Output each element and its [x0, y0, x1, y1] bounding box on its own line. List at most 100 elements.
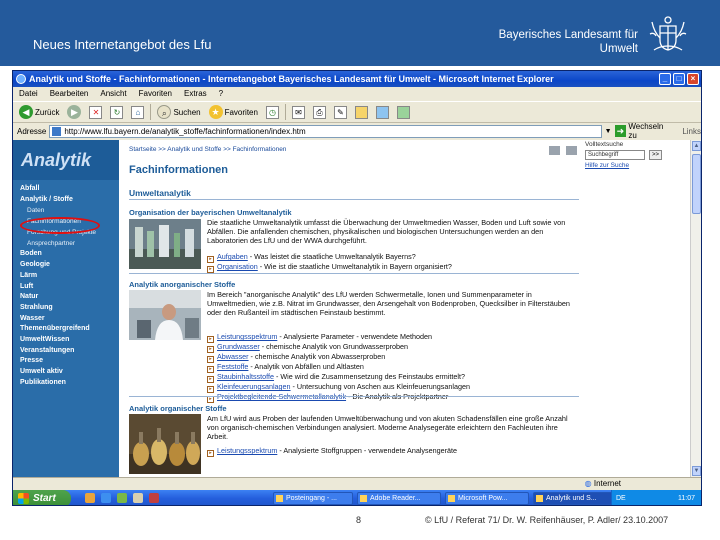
address-url: http://www.lfu.bayern.de/analytik_stoffe… — [64, 126, 306, 136]
nav-brand: Analytik — [13, 140, 119, 180]
forward-button[interactable]: ▶ — [65, 103, 83, 121]
menu-extras[interactable]: Extras — [184, 87, 207, 101]
nav-item-publikationen[interactable]: Publikationen — [13, 378, 119, 389]
nav-item-abfall[interactable]: Abfall — [13, 184, 119, 195]
nav-item-luft[interactable]: Luft — [13, 282, 119, 293]
vertical-scrollbar[interactable]: ▲ ▼ — [690, 140, 701, 477]
minimize-button[interactable]: _ — [659, 73, 671, 85]
link-abwasser[interactable]: Abwasser — [217, 352, 249, 361]
search-button[interactable]: ⌕ Suchen — [155, 103, 202, 121]
menu-bar: Datei Bearbeiten Ansicht Favoriten Extra… — [13, 87, 701, 101]
nav-item-strahlung[interactable]: Strahlung — [13, 303, 119, 314]
back-button[interactable]: ◀ Zurück — [17, 103, 61, 121]
nav-sub-daten[interactable]: Daten — [13, 205, 119, 216]
link-leistungsspektrum[interactable]: Leistungsspektrum — [217, 332, 277, 341]
search-help-link[interactable]: Hilfe zur Suche — [585, 162, 629, 169]
menu-ansicht[interactable]: Ansicht — [100, 87, 126, 101]
menu-favoriten[interactable]: Favoriten — [139, 87, 172, 101]
nav-item-umweltwissen[interactable]: UmweltWissen — [13, 335, 119, 346]
links-label[interactable]: Links — [682, 127, 701, 136]
link-organisation[interactable]: Organisation — [217, 262, 258, 271]
task-internet-explorer[interactable]: Analytik und S... — [533, 492, 617, 505]
start-button[interactable]: Start — [13, 490, 71, 505]
link-description: - Was leistet die staatliche Umweltanaly… — [247, 252, 416, 261]
quicklaunch-outlook-icon[interactable] — [85, 493, 95, 503]
link-leistungsspektrum-organisch[interactable]: Leistungsspektrum — [217, 446, 277, 455]
home-button[interactable]: ⌂ — [129, 103, 146, 121]
nav-item-presse[interactable]: Presse — [13, 356, 119, 367]
nav-item-analytik-stoffe[interactable]: Analytik / Stoffe — [13, 195, 119, 206]
link-staubinhaltsstoffe[interactable]: Staubinhaltsstoffe — [217, 372, 274, 381]
task-posteingang[interactable]: Posteingang - ... — [273, 492, 353, 505]
edit-button[interactable]: ✎ — [332, 103, 349, 121]
fulltext-search-input[interactable]: Suchbegriff — [585, 150, 645, 160]
email-page-icon[interactable] — [566, 146, 577, 155]
link-grundwasser[interactable]: Grundwasser — [217, 342, 260, 351]
stop-button[interactable]: ✕ — [87, 103, 104, 121]
folder-button[interactable] — [353, 103, 370, 121]
fulltext-search-button[interactable]: >> — [649, 150, 662, 160]
print-page-icon[interactable] — [549, 146, 560, 155]
nav-item-wasser[interactable]: Wasser — [13, 314, 119, 325]
nav-sub-ansprechpartner[interactable]: Ansprechpartner — [13, 238, 119, 249]
nav-item-themenuebergreifend[interactable]: Themenübergreifend — [13, 324, 119, 335]
task-adobe-reader[interactable]: Adobe Reader... — [357, 492, 441, 505]
link-kleinfeuerungsanlagen[interactable]: Kleinfeuerungsanlagen — [217, 382, 291, 391]
go-button[interactable]: ➜ Wechseln zu — [614, 122, 674, 140]
window-titlebar[interactable]: Analytik und Stoffe - Fachinformationen … — [13, 71, 701, 87]
quicklaunch-explorer-icon[interactable] — [133, 493, 143, 503]
page-favicon — [52, 126, 62, 136]
left-navigation: Analytik Abfall Analytik / Stoffe Daten … — [13, 140, 119, 477]
organization-name: Bayerisches Landesamt für Umwelt — [470, 28, 638, 56]
menu-bearbeiten[interactable]: Bearbeiten — [50, 87, 89, 101]
lab-equipment-photo — [129, 219, 201, 269]
nav-item-veranstaltungen[interactable]: Veranstaltungen — [13, 346, 119, 357]
mail-icon: ✉ — [291, 105, 305, 119]
nav-item-geologie[interactable]: Geologie — [13, 260, 119, 271]
quicklaunch-ie-icon[interactable] — [101, 493, 111, 503]
breadcrumb[interactable]: Startseite >> Analytik und Stoffe >> Fac… — [129, 146, 286, 153]
scroll-up-arrow-icon[interactable]: ▲ — [692, 141, 701, 151]
maximize-button[interactable]: □ — [673, 73, 685, 85]
link-aufgaben[interactable]: Aufgaben — [217, 252, 248, 261]
nav-item-natur[interactable]: Natur — [13, 292, 119, 303]
address-label: Adresse — [17, 126, 47, 136]
nav-item-boden[interactable]: Boden — [13, 249, 119, 260]
nav-item-laerm[interactable]: Lärm — [13, 271, 119, 282]
link-feststoffe[interactable]: Feststoffe — [217, 362, 248, 371]
mail-button[interactable]: ✉ — [290, 103, 307, 121]
research-button[interactable] — [395, 103, 412, 121]
windows-logo-icon — [18, 493, 29, 504]
slide-number: 8 — [356, 515, 362, 525]
taskbar: Start Posteingang - ... Adobe Reader... … — [13, 490, 701, 505]
fulltext-label: Volltextsuche — [585, 141, 624, 148]
address-input[interactable]: http://www.lfu.bayern.de/analytik_stoffe… — [49, 124, 602, 138]
task-powerpoint[interactable]: Microsoft Pow... — [445, 492, 529, 505]
status-bar: ◍ Internet — [13, 477, 701, 490]
print-button[interactable]: ⎙ — [311, 103, 328, 121]
messenger-button[interactable] — [374, 103, 391, 121]
scroll-down-arrow-icon[interactable]: ▼ — [692, 466, 701, 476]
link-arrow-icon: ▸ — [207, 336, 214, 343]
language-indicator[interactable]: DE — [616, 490, 626, 505]
link-description: - Untersuchung von Aschen aus Kleinfeuer… — [290, 382, 470, 391]
nav-item-umwelt-aktiv[interactable]: Umwelt aktiv — [13, 367, 119, 378]
toolbar: ◀ Zurück ▶ ✕ ↻ ⌂ ⌕ Suchen ★ Favoriten ◷ … — [13, 101, 701, 123]
menu-datei[interactable]: Datei — [19, 87, 38, 101]
scroll-thumb[interactable] — [692, 154, 701, 214]
link-arrow-icon: ▸ — [207, 450, 214, 457]
favorites-button[interactable]: ★ Favoriten — [207, 103, 260, 121]
refresh-button[interactable]: ↻ — [108, 103, 125, 121]
section-text-anorganisch: Im Bereich "anorganische Analytik" des L… — [207, 290, 570, 318]
close-button[interactable]: × — [687, 73, 699, 85]
menu-help[interactable]: ? — [219, 87, 223, 101]
quicklaunch-desktop-icon[interactable] — [117, 493, 127, 503]
history-button[interactable]: ◷ — [264, 103, 281, 121]
clock[interactable]: 11:07 — [678, 495, 695, 502]
link-arrow-icon: ▸ — [207, 366, 214, 373]
home-icon: ⌂ — [131, 105, 145, 119]
coat-of-arms-logo — [649, 16, 687, 51]
quicklaunch-app-icon[interactable] — [149, 493, 159, 503]
address-dropdown-icon[interactable]: ▼ — [605, 128, 612, 135]
address-bar: Adresse http://www.lfu.bayern.de/analyti… — [13, 122, 701, 140]
